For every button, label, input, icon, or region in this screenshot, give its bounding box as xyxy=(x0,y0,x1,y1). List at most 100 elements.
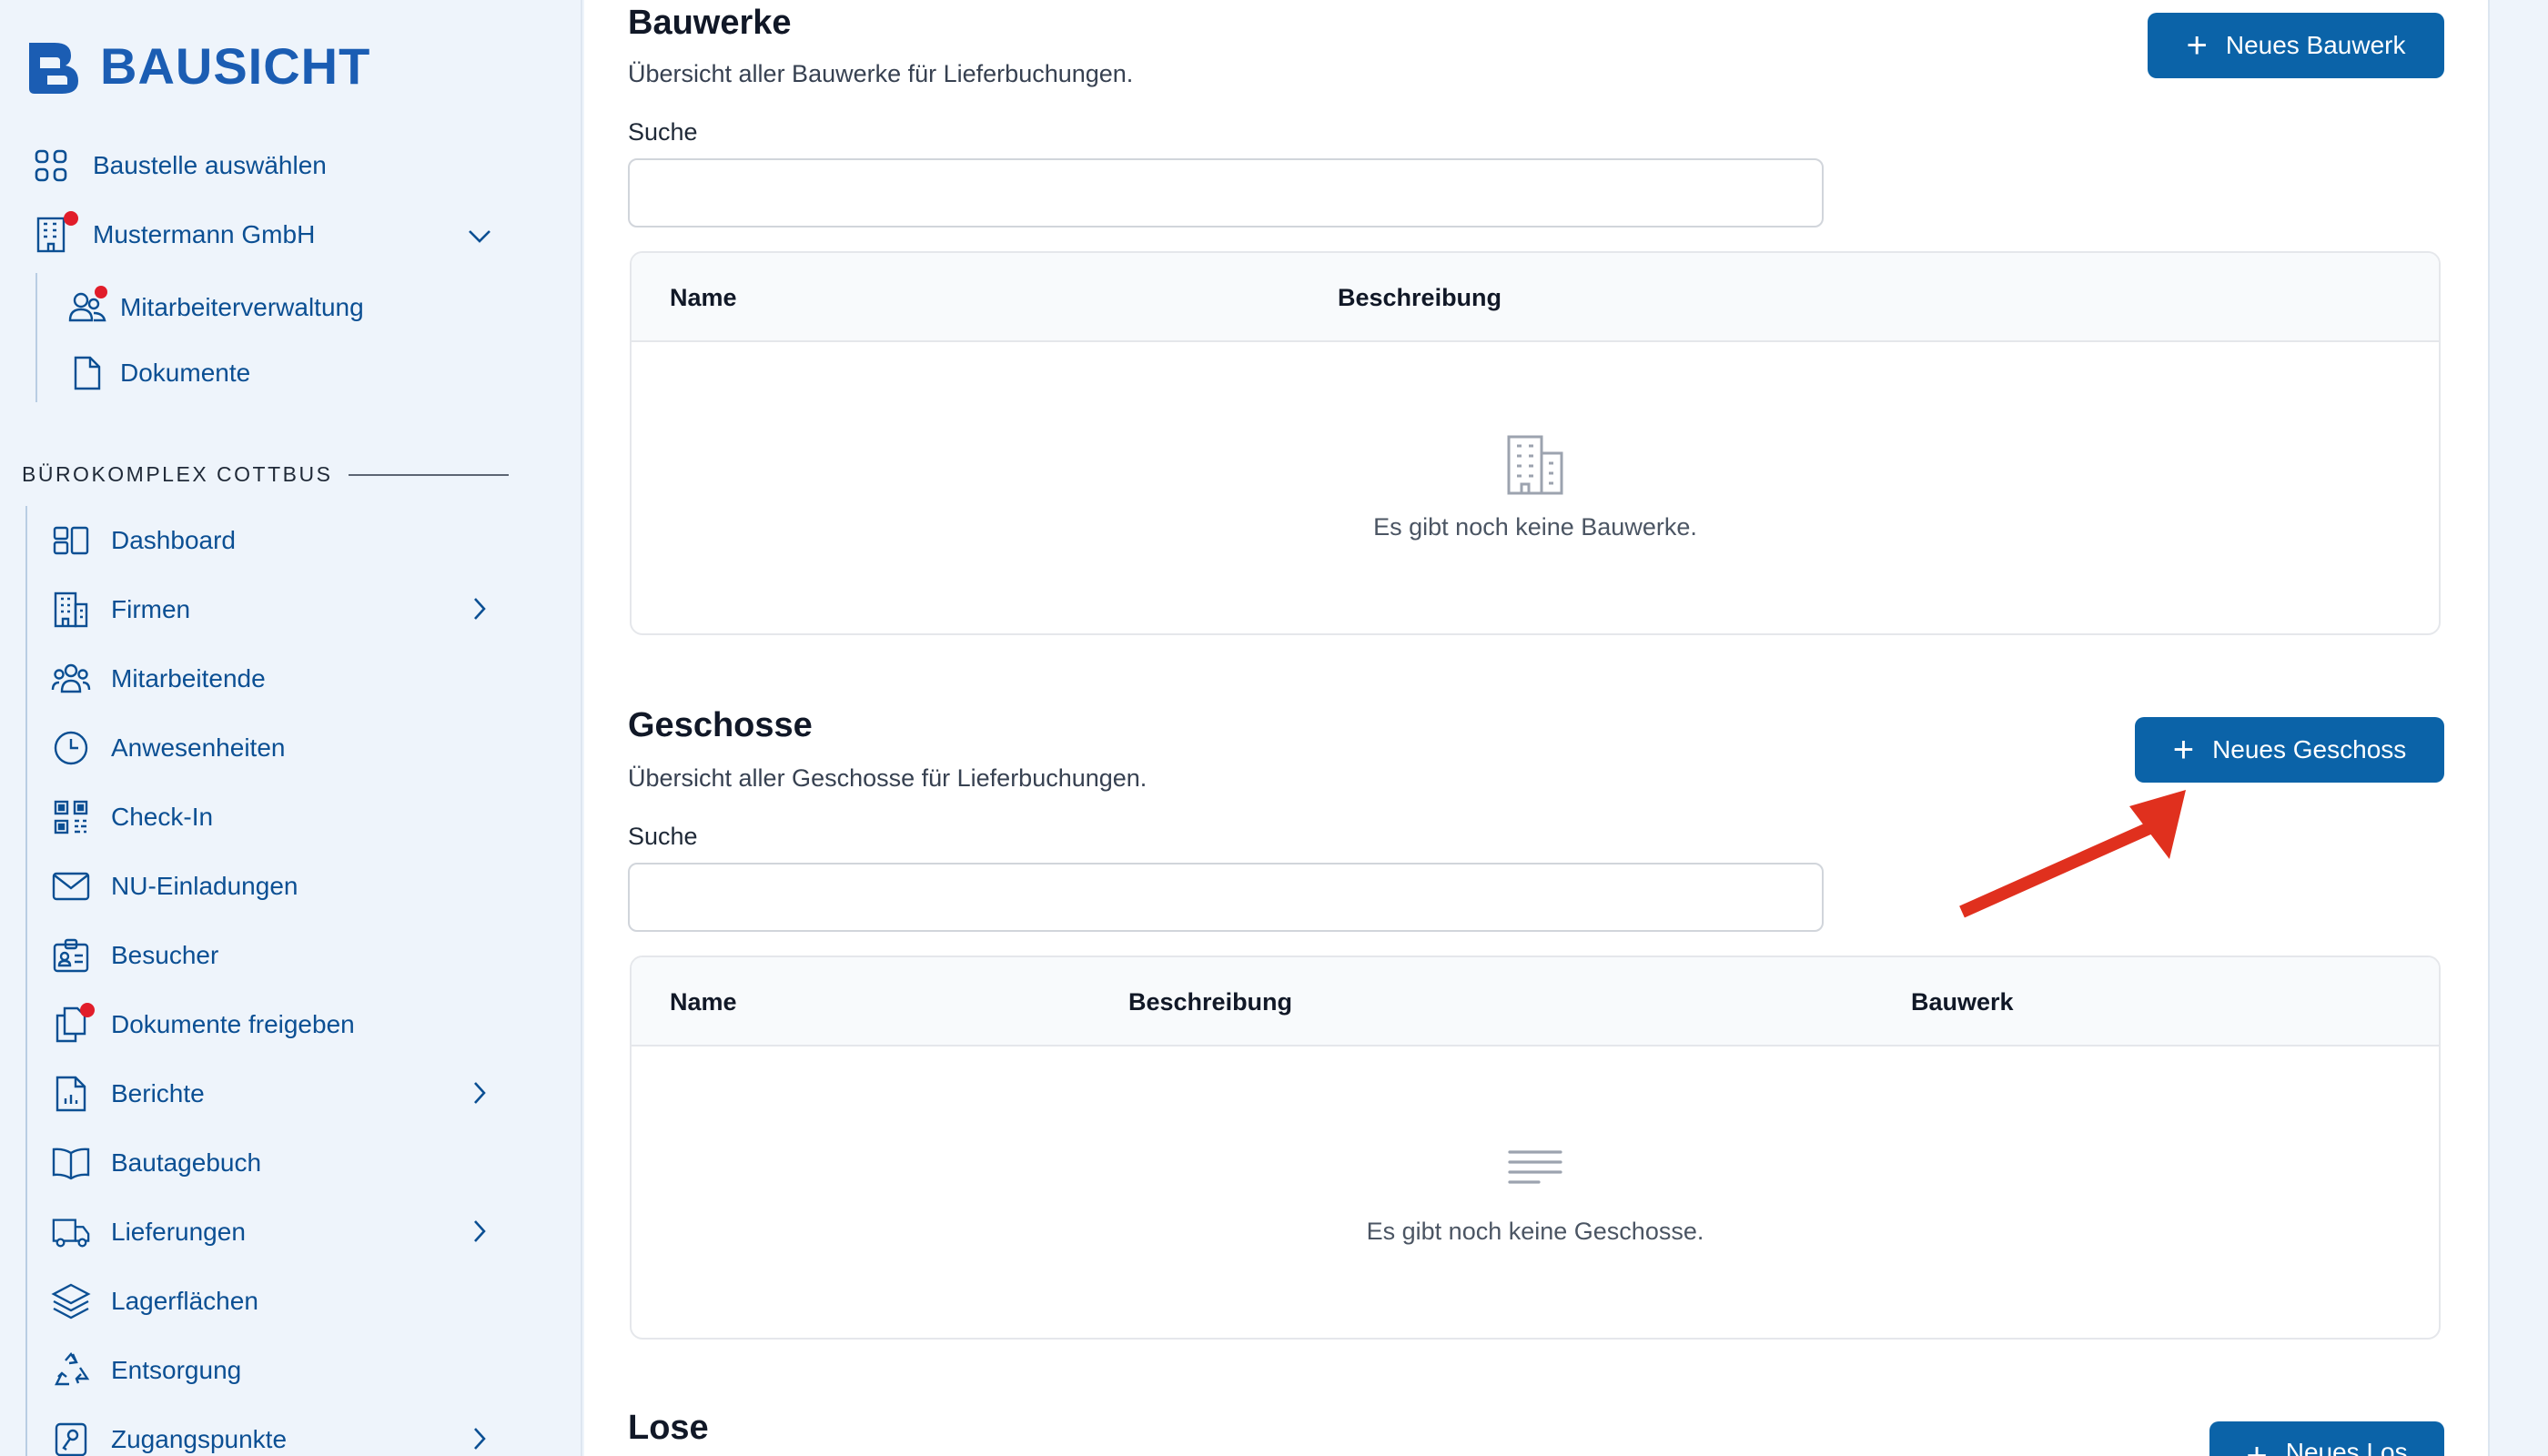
sidebar-item-anwesenheiten[interactable]: Anwesenheiten xyxy=(51,728,285,768)
lose-title: Lose xyxy=(628,1409,709,1447)
recycle-icon xyxy=(51,1350,91,1390)
layers-icon xyxy=(51,1281,91,1321)
bauwerke-title: Bauwerke xyxy=(628,4,792,42)
sidebar-item-label: Baustelle auswählen xyxy=(93,151,327,179)
section-line xyxy=(25,506,27,1456)
plus-icon: + xyxy=(2172,730,2195,770)
sidebar-item-mitarbeitende[interactable]: Mitarbeitende xyxy=(51,659,266,699)
column-header-name[interactable]: Name xyxy=(670,988,737,1016)
users-icon xyxy=(67,286,107,328)
mail-icon xyxy=(51,866,91,906)
new-geschoss-button[interactable]: + Neues Geschoss xyxy=(2135,717,2444,783)
clock-icon xyxy=(51,728,91,768)
sidebar: BAUSICHT Baustelle auswählen Mustermann … xyxy=(0,0,582,1456)
sidebar-item-label: Dokumente freigeben xyxy=(111,1010,355,1038)
sidebar-item-bautagebuch[interactable]: Bautagebuch xyxy=(51,1143,261,1183)
right-gutter xyxy=(2488,0,2548,1456)
chevron-right-icon[interactable] xyxy=(468,593,491,629)
sidebar-item-besucher[interactable]: Besucher xyxy=(51,935,218,976)
bauwerke-search-input[interactable] xyxy=(628,158,1824,228)
sidebar-item-label: Check-In xyxy=(111,803,214,831)
tree-line xyxy=(35,273,37,402)
sidebar-item-label: Mustermann GmbH xyxy=(93,220,316,248)
team-icon xyxy=(51,659,91,699)
geschosse-subtitle: Übersicht aller Geschosse für Lieferbuch… xyxy=(628,764,1148,792)
geschosse-table: Name Beschreibung Bauwerk Es gibt noch k… xyxy=(630,956,2441,1340)
truck-icon xyxy=(51,1212,91,1252)
sidebar-item-dashboard[interactable]: Dashboard xyxy=(51,521,236,561)
sidebar-item-label: Lieferungen xyxy=(111,1218,246,1246)
notification-dot xyxy=(95,286,107,298)
sidebar-item-entsorgung[interactable]: Entsorgung xyxy=(51,1350,241,1390)
plus-icon: + xyxy=(2186,25,2208,66)
empty-state-text: Es gibt noch keine Geschosse. xyxy=(1366,1218,1704,1245)
sidebar-item-label: Anwesenheiten xyxy=(111,733,286,762)
button-label: Neues Bauwerk xyxy=(2225,31,2406,59)
sidebar-item-nu-einladungen[interactable]: NU-Einladungen xyxy=(51,866,298,906)
sidebar-item-label: Besucher xyxy=(111,941,219,969)
chevron-right-icon[interactable] xyxy=(468,1423,491,1456)
column-header-name[interactable]: Name xyxy=(670,284,737,312)
sidebar-item-label: Dashboard xyxy=(111,526,236,554)
building-icon xyxy=(51,590,91,630)
sidebar-item-label: Berichte xyxy=(111,1079,205,1107)
report-icon xyxy=(51,1074,91,1114)
building-icon xyxy=(31,211,78,255)
table-header: Name Beschreibung Bauwerk xyxy=(632,957,2439,1046)
notification-dot xyxy=(64,211,78,226)
table-header: Name Beschreibung xyxy=(632,253,2439,342)
chevron-right-icon[interactable] xyxy=(468,1216,491,1251)
brand-logo[interactable]: BAUSICHT xyxy=(27,36,370,96)
grid-icon xyxy=(31,146,71,186)
sidebar-item-label: Zugangspunkte xyxy=(111,1425,288,1453)
section-header: BÜROKOMPLEX COTTBUS xyxy=(22,462,510,487)
sidebar-item-label: Mitarbeitende xyxy=(111,664,266,693)
column-header-beschreibung[interactable]: Beschreibung xyxy=(1338,284,1502,312)
button-label: Neues Geschoss xyxy=(2212,735,2407,763)
document-icon xyxy=(67,353,107,393)
documents-icon xyxy=(51,1003,95,1045)
building-icon xyxy=(1503,433,1567,501)
column-header-beschreibung[interactable]: Beschreibung xyxy=(1128,988,1292,1016)
sidebar-item-zugangspunkte[interactable]: Zugangspunkte xyxy=(51,1420,287,1456)
annotation-arrow-icon xyxy=(1959,790,2186,918)
sidebar-item-lagerflaechen[interactable]: Lagerflächen xyxy=(51,1281,258,1321)
sidebar-item-label: Bautagebuch xyxy=(111,1148,262,1177)
qr-code-icon xyxy=(51,797,91,837)
chevron-right-icon[interactable] xyxy=(468,1077,491,1113)
logo-mark-icon xyxy=(27,37,86,96)
sidebar-item-dokumente-freigeben[interactable]: Dokumente freigeben xyxy=(51,1003,355,1045)
geschosse-search-label: Suche xyxy=(628,823,698,850)
id-badge-icon xyxy=(51,935,91,976)
sidebar-item-dokumente[interactable]: Dokumente xyxy=(67,353,250,393)
notification-dot xyxy=(80,1003,95,1017)
sidebar-item-label: Firmen xyxy=(111,595,191,623)
button-label: Neues Los xyxy=(2285,1438,2408,1456)
brand-name: BAUSICHT xyxy=(100,37,371,95)
empty-state-text: Es gibt noch keine Bauwerke. xyxy=(1373,513,1697,541)
section-divider xyxy=(349,473,510,476)
sidebar-item-firmen[interactable]: Firmen xyxy=(51,590,190,630)
sidebar-item-label: Entsorgung xyxy=(111,1356,242,1384)
sidebar-item-mitarbeiterverwaltung[interactable]: Mitarbeiterverwaltung xyxy=(67,286,364,328)
bauwerke-table: Name Beschreibung Es gibt noch keine Bau… xyxy=(630,251,2441,635)
bauwerke-subtitle: Übersicht aller Bauwerke für Lieferbuchu… xyxy=(628,60,1134,87)
geschosse-search-input[interactable] xyxy=(628,863,1824,932)
sidebar-item-label: Dokumente xyxy=(120,359,251,387)
sidebar-item-berichte[interactable]: Berichte xyxy=(51,1074,205,1114)
sidebar-item-label: Mitarbeiterverwaltung xyxy=(120,293,364,321)
new-bauwerk-button[interactable]: + Neues Bauwerk xyxy=(2148,13,2444,78)
access-icon xyxy=(51,1420,91,1456)
sidebar-item-label: NU-Einladungen xyxy=(111,872,298,900)
sidebar-item-company[interactable]: Mustermann GmbH xyxy=(31,211,316,255)
geschosse-title: Geschosse xyxy=(628,706,813,744)
sidebar-item-baustelle[interactable]: Baustelle auswählen xyxy=(31,146,327,186)
book-icon xyxy=(51,1143,91,1183)
new-los-button[interactable]: + Neues Los xyxy=(2209,1421,2444,1456)
column-header-bauwerk[interactable]: Bauwerk xyxy=(1911,988,2014,1016)
section-title-text: BÜROKOMPLEX COTTBUS xyxy=(22,462,333,486)
sidebar-item-checkin[interactable]: Check-In xyxy=(51,797,213,837)
chevron-down-icon[interactable] xyxy=(464,222,495,254)
text-lines-icon xyxy=(1506,1145,1564,1195)
sidebar-item-lieferungen[interactable]: Lieferungen xyxy=(51,1212,246,1252)
